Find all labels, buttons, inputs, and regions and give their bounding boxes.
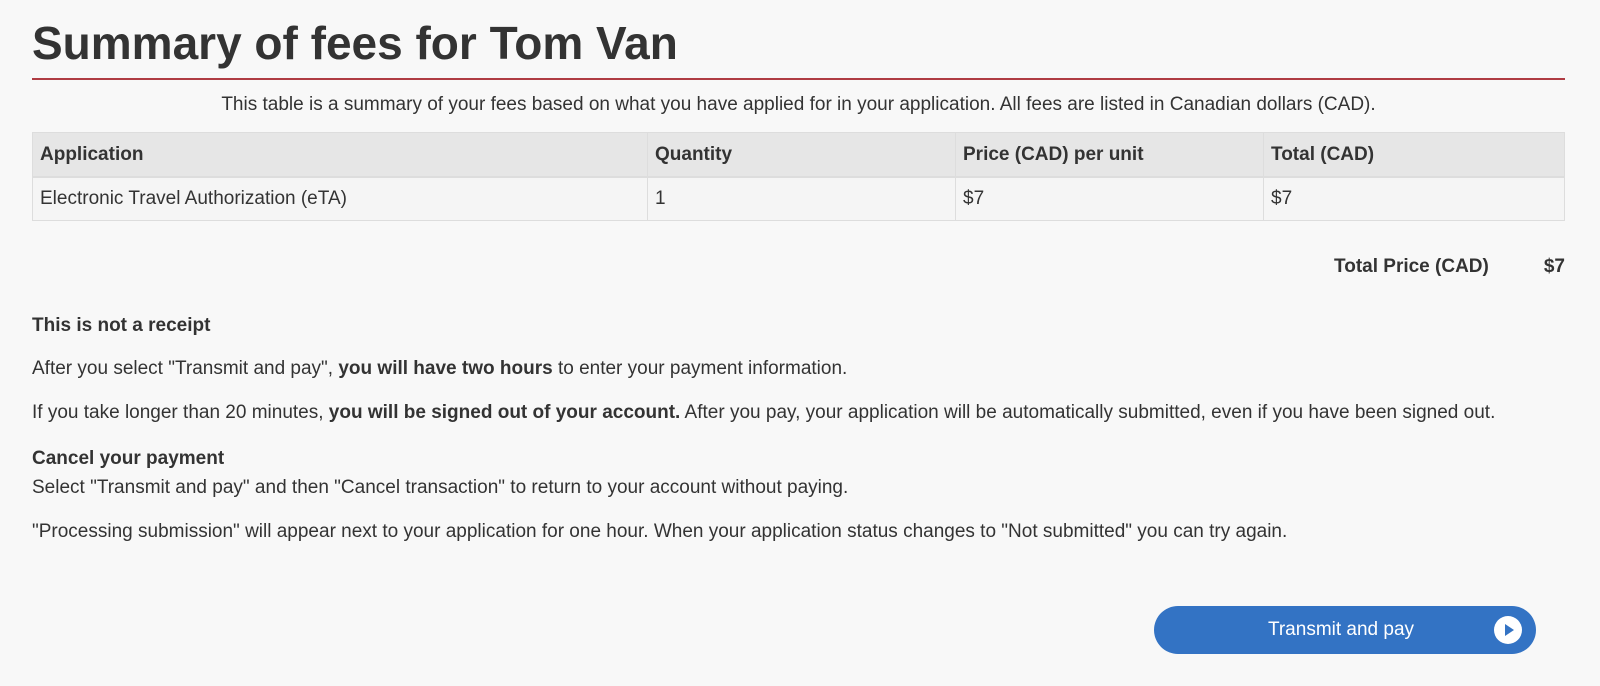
sign-out-text-end: After you pay, your application will be … — [680, 402, 1496, 423]
page-title: Summary of fees for Tom Van — [32, 17, 678, 69]
not-receipt-heading: This is not a receipt — [32, 315, 211, 336]
play-circle-icon — [1494, 616, 1522, 644]
payment-time-emphasis: you will have two hours — [338, 358, 553, 379]
cell-quantity: 1 — [647, 176, 956, 221]
transmit-and-pay-button[interactable]: Transmit and pay — [1154, 606, 1536, 654]
table-header-row: Application Quantity Price (CAD) per uni… — [32, 132, 1565, 178]
sign-out-paragraph: If you take longer than 20 minutes, you … — [32, 398, 1565, 427]
column-header-quantity: Quantity — [647, 132, 956, 178]
column-header-application: Application — [32, 132, 648, 178]
table-row: Electronic Travel Authorization (eTA) 1 … — [32, 176, 1565, 221]
payment-notice: This is not a receipt After you select "… — [32, 311, 1565, 546]
total-price-value: $7 — [1543, 256, 1565, 277]
title-divider — [32, 78, 1565, 80]
transmit-and-pay-label: Transmit and pay — [1267, 619, 1415, 640]
cell-price-per-unit: $7 — [955, 176, 1264, 221]
payment-time-text: After you select "Transmit and pay", — [32, 358, 339, 379]
payment-time-text-end: to enter your payment information. — [552, 358, 848, 379]
payment-time-paragraph: After you select "Transmit and pay", you… — [32, 354, 1565, 383]
column-header-price-per-unit: Price (CAD) per unit — [955, 132, 1264, 178]
fees-table: Application Quantity Price (CAD) per uni… — [32, 132, 1565, 221]
fees-summary-page: Summary of fees for Tom Van This table i… — [32, 0, 1565, 654]
sign-out-emphasis: you will be signed out of your account. — [328, 402, 681, 423]
cell-application: Electronic Travel Authorization (eTA) — [32, 176, 648, 221]
total-price-label: Total Price (CAD) — [1334, 256, 1489, 277]
cell-total: $7 — [1263, 176, 1565, 221]
cancel-instructions: Select "Transmit and pay" and then "Canc… — [32, 477, 849, 498]
processing-submission-note: "Processing submission" will appear next… — [32, 521, 1288, 542]
column-header-total: Total (CAD) — [1263, 132, 1565, 178]
total-price-row: Total Price (CAD) $7 — [32, 256, 1565, 278]
sign-out-text: If you take longer than 20 minutes, — [32, 402, 329, 423]
intro-text: This table is a summary of your fees bas… — [221, 94, 1376, 115]
cancel-payment-heading: Cancel your payment — [32, 448, 225, 469]
